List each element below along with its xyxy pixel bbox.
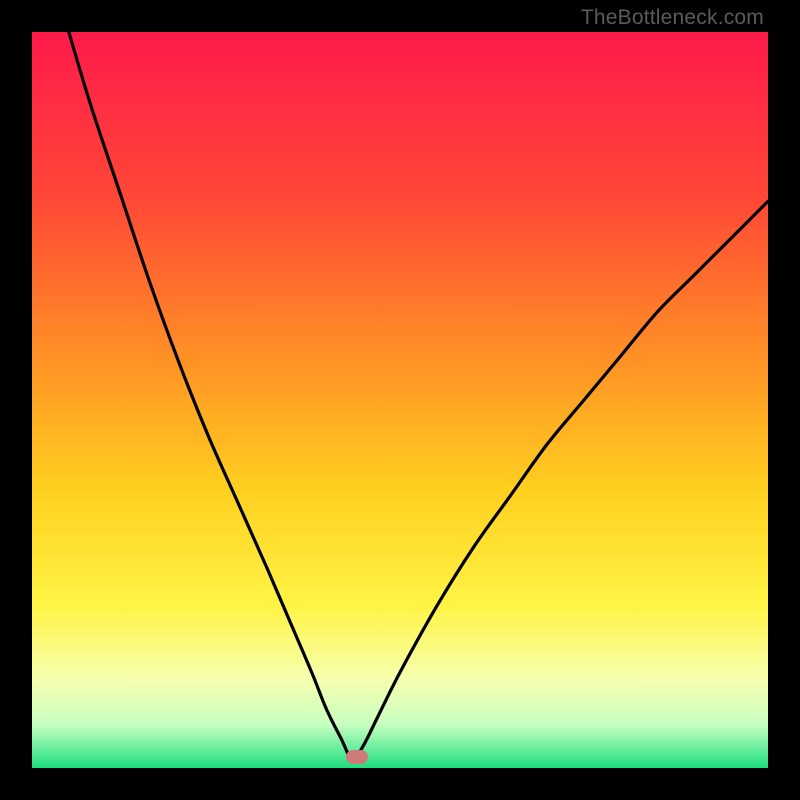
bottleneck-curve bbox=[32, 32, 768, 768]
plot-area bbox=[32, 32, 768, 768]
min-marker bbox=[346, 750, 368, 764]
watermark-text: TheBottleneck.com bbox=[581, 6, 764, 30]
chart-frame: TheBottleneck.com bbox=[0, 0, 800, 800]
